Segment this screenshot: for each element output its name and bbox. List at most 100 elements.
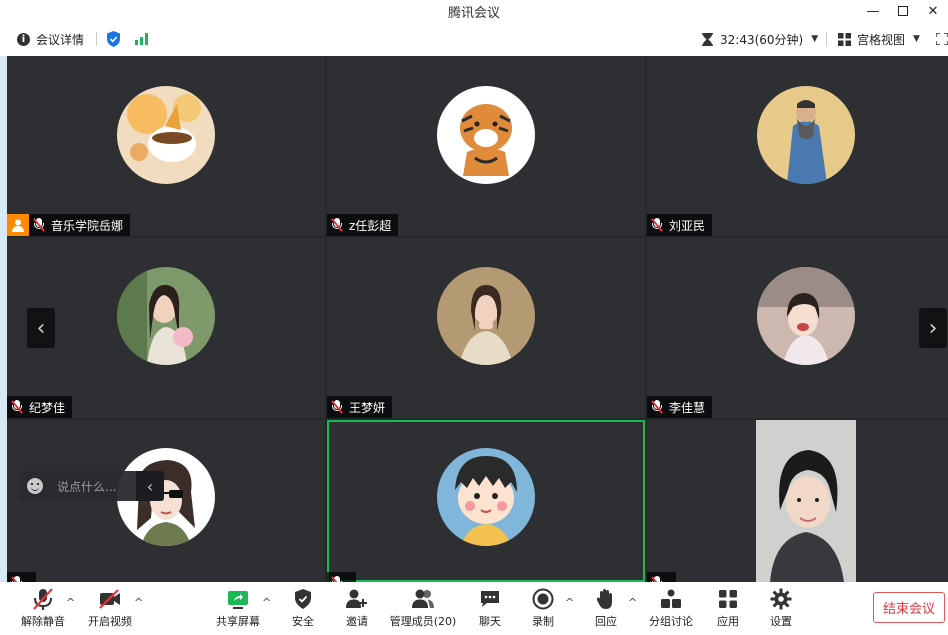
shield-icon[interactable] xyxy=(106,24,121,54)
avatar xyxy=(437,448,535,546)
reactions-options-chevron-icon[interactable]: ^ xyxy=(628,596,637,609)
settings-label: 设置 xyxy=(770,615,792,628)
participant-name: 刘亚民 xyxy=(669,218,706,233)
previous-page-button[interactable]: ‹ xyxy=(27,308,55,348)
mic-muted-icon xyxy=(331,218,343,232)
avatar xyxy=(757,86,855,184)
minimize-icon[interactable]: — xyxy=(858,0,888,22)
audio-options-chevron-icon[interactable]: ^ xyxy=(66,596,75,609)
title-bar: 腾讯会议 — ✕ xyxy=(0,0,948,22)
chevron-left-icon: ‹ xyxy=(36,315,46,341)
participant-video xyxy=(756,420,856,582)
participant-nametag xyxy=(7,572,36,582)
settings-button[interactable]: 设置 xyxy=(766,586,796,632)
next-page-button[interactable]: › xyxy=(919,308,947,348)
divider xyxy=(96,32,97,46)
grid-view-toggle[interactable]: 宫格视图 ▼ xyxy=(838,24,920,54)
grid-view-icon xyxy=(838,32,851,46)
reactions-button[interactable]: 回应 xyxy=(591,586,621,632)
close-icon[interactable]: ✕ xyxy=(918,0,948,22)
maximize-icon[interactable] xyxy=(888,0,918,22)
meeting-info-bar: i 会议详情 32:43(60分钟) ▼ 宫格视图 ▼ xyxy=(0,24,948,54)
participant-tile[interactable] xyxy=(7,420,325,582)
invite-button[interactable]: 邀请 xyxy=(342,586,372,632)
breakout-rooms-button[interactable]: 分组讨论 xyxy=(647,586,695,632)
timer-text: 32:43(60分钟) xyxy=(720,32,804,47)
window-title: 腾讯会议 xyxy=(447,6,500,21)
mic-muted-icon xyxy=(11,400,23,414)
participant-nametag xyxy=(647,572,676,582)
participant-nametag: 纪梦佳 xyxy=(7,396,73,418)
avatar xyxy=(437,267,535,365)
share-screen-icon xyxy=(226,586,250,612)
unmute-label: 解除静音 xyxy=(21,615,65,628)
participant-name: 李佳慧 xyxy=(669,400,706,415)
signal-icon[interactable] xyxy=(135,24,148,54)
record-label: 录制 xyxy=(532,615,554,628)
participant-nametag: z任彭超 xyxy=(327,214,399,236)
add-user-icon xyxy=(346,586,368,612)
participant-name: 音乐学院岳娜 xyxy=(51,218,124,233)
desktop-edge xyxy=(0,56,7,582)
share-screen-label: 共享屏幕 xyxy=(216,615,260,628)
participant-name: 纪梦佳 xyxy=(29,400,66,415)
end-meeting-button[interactable]: 结束会议 xyxy=(873,592,945,623)
avatar xyxy=(117,267,215,365)
collapse-chat-button[interactable]: ‹ xyxy=(136,471,164,501)
apps-label: 应用 xyxy=(717,615,739,628)
participant-tile-active-speaker[interactable] xyxy=(327,420,645,582)
info-icon: i xyxy=(17,32,30,46)
mic-muted-icon xyxy=(331,400,343,414)
participant-tile[interactable]: 王梦妍 xyxy=(327,238,645,418)
video-options-chevron-icon[interactable]: ^ xyxy=(134,596,143,609)
meeting-details-button[interactable]: i 会议详情 xyxy=(17,24,84,54)
mic-muted-icon xyxy=(33,218,45,232)
participant-tile[interactable]: z任彭超 xyxy=(327,56,645,236)
apps-button[interactable]: 应用 xyxy=(713,586,743,632)
meeting-timer[interactable]: 32:43(60分钟) ▼ xyxy=(702,24,818,54)
share-options-chevron-icon[interactable]: ^ xyxy=(262,596,271,609)
start-video-button[interactable]: 开启视频 xyxy=(86,586,134,632)
participant-nametag: 李佳慧 xyxy=(647,396,713,418)
avatar xyxy=(757,267,855,365)
chat-label: 聊天 xyxy=(479,615,501,628)
manage-members-button[interactable]: 管理成员(20) xyxy=(389,586,457,632)
mic-muted-icon xyxy=(651,400,663,414)
view-label: 宫格视图 xyxy=(857,32,906,47)
start-video-label: 开启视频 xyxy=(88,615,132,628)
meeting-toolbar: 解除静音 ^ 开启视频 ^ 共享屏幕 ^ 安全 邀请 管理成员(20) 聊天 录… xyxy=(0,582,948,635)
mic-off-icon xyxy=(32,586,54,612)
divider xyxy=(826,32,827,46)
participant-name: z任彭超 xyxy=(349,218,392,233)
invite-label: 邀请 xyxy=(346,615,368,628)
meeting-details-label: 会议详情 xyxy=(36,32,85,47)
chevron-down-icon: ▼ xyxy=(811,34,819,44)
avatar xyxy=(437,86,535,184)
breakout-label: 分组讨论 xyxy=(649,615,693,628)
security-button[interactable]: 安全 xyxy=(288,586,318,632)
chevron-right-icon: › xyxy=(928,315,938,341)
participant-nametag: 王梦妍 xyxy=(327,396,393,418)
chevron-down-icon: ▼ xyxy=(913,34,920,44)
participant-tile[interactable]: 音乐学院岳娜 xyxy=(7,56,325,236)
participant-tile[interactable]: 刘亚民 xyxy=(647,56,948,236)
hourglass-icon xyxy=(702,32,713,46)
apps-icon xyxy=(718,586,738,612)
share-screen-button[interactable]: 共享屏幕 xyxy=(214,586,262,632)
shield-icon xyxy=(294,586,312,612)
emoji-icon[interactable] xyxy=(27,478,43,494)
security-label: 安全 xyxy=(292,615,314,628)
mic-muted-icon xyxy=(651,218,663,232)
participant-tile[interactable]: 李佳慧 xyxy=(647,238,948,418)
record-options-chevron-icon[interactable]: ^ xyxy=(565,596,574,609)
reactions-label: 回应 xyxy=(595,615,617,628)
chat-quick-input[interactable]: 说点什么... ‹ xyxy=(19,471,164,501)
chat-button[interactable]: 聊天 xyxy=(475,586,505,632)
manage-members-label: 管理成员(20) xyxy=(389,615,457,628)
raise-hand-icon xyxy=(596,586,616,612)
participant-tile[interactable] xyxy=(647,420,948,582)
host-badge-icon xyxy=(7,214,29,236)
fullscreen-icon[interactable] xyxy=(936,24,948,54)
record-button[interactable]: 录制 xyxy=(528,586,558,632)
unmute-button[interactable]: 解除静音 xyxy=(20,586,66,632)
